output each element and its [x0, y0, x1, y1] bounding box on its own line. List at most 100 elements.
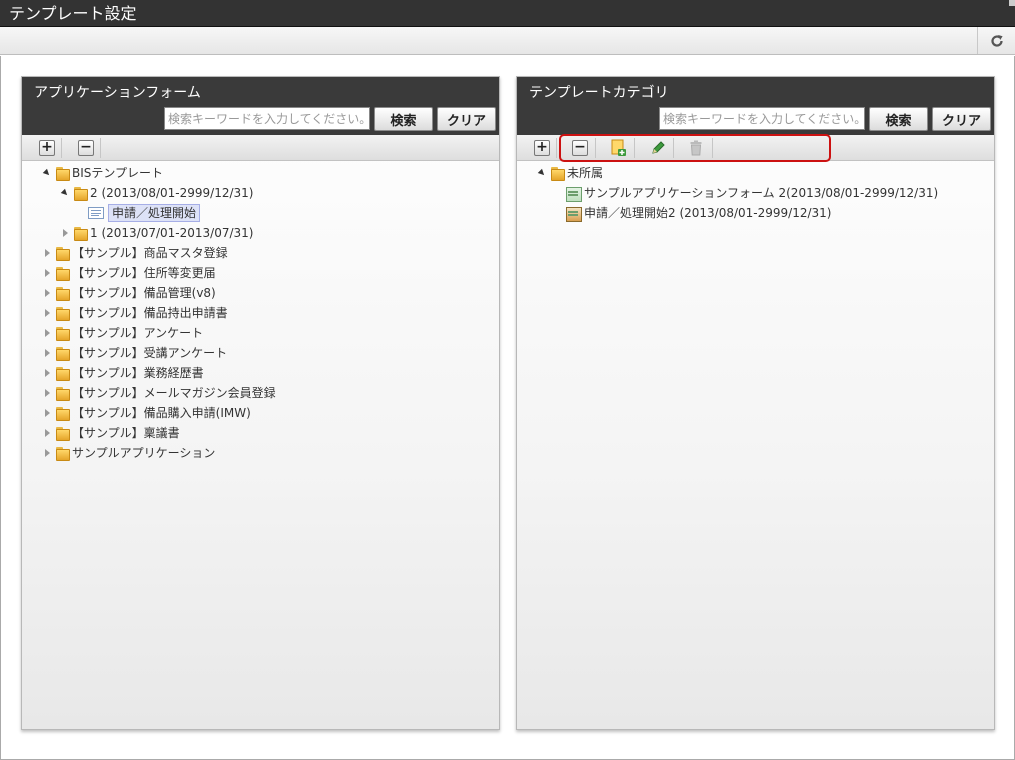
expand-toggle[interactable]: [42, 383, 52, 403]
expand-toggle[interactable]: [60, 223, 70, 243]
tree-node-form-item[interactable]: 申請／処理開始: [86, 203, 201, 223]
tree-node-folder[interactable]: 【サンプル】業務経歴書: [42, 363, 204, 383]
caret-right-icon: [44, 329, 50, 337]
tree-node-folder[interactable]: 【サンプル】備品購入申請(IMW): [42, 403, 251, 423]
folder-icon: [550, 166, 565, 181]
tree-node-label: 【サンプル】備品購入申請(IMW): [72, 406, 251, 420]
folder-icon: [73, 186, 88, 201]
caret-right-icon: [62, 229, 68, 237]
folder-icon: [55, 286, 70, 301]
caret-right-icon: [44, 369, 50, 377]
tree-node-folder[interactable]: 【サンプル】メールマガジン会員登録: [42, 383, 276, 403]
search-button[interactable]: 検索: [869, 107, 928, 131]
caret-right-icon: [44, 429, 50, 437]
tree-node-label: 【サンプル】備品管理(v8): [72, 286, 216, 300]
expand-toggle[interactable]: [537, 163, 547, 183]
toolbar-divider: [100, 138, 101, 158]
tree-node-version-1[interactable]: 1 (2013/07/01-2013/07/31): [60, 223, 253, 243]
folder-icon: [73, 226, 88, 241]
caret-down-icon: [60, 188, 70, 198]
tree-node-unassigned[interactable]: 未所属: [537, 163, 603, 183]
expand-toggle[interactable]: [42, 423, 52, 443]
tree-node-label: 【サンプル】住所等変更届: [72, 266, 216, 280]
tree-node-bis-template[interactable]: BISテンプレート: [42, 163, 163, 183]
window-titlebar: テンプレート設定: [0, 0, 1015, 27]
minus-icon: −: [78, 140, 94, 156]
collapse-all-button[interactable]: −: [74, 138, 98, 158]
expand-toggle[interactable]: [60, 183, 70, 203]
expand-all-button[interactable]: +: [35, 138, 59, 158]
tree-node-folder[interactable]: 【サンプル】稟議書: [42, 423, 180, 443]
tree-node-folder[interactable]: サンプルアプリケーション: [42, 443, 215, 463]
expand-toggle[interactable]: [42, 403, 52, 423]
template-icon: [565, 206, 582, 222]
plus-icon: +: [39, 140, 55, 156]
tree-node-label: 申請／処理開始: [108, 204, 201, 222]
tree-node-label: 未所属: [567, 166, 604, 180]
tree-node-folder[interactable]: 【サンプル】アンケート: [42, 323, 203, 343]
toolbar-divider: [556, 138, 557, 158]
tree-node-label: 【サンプル】商品マスタ登録: [72, 246, 228, 260]
caret-right-icon: [44, 449, 50, 457]
tree-node-label: 【サンプル】業務経歴書: [72, 366, 204, 380]
tree-node-label: 【サンプル】備品持出申請書: [72, 306, 228, 320]
expand-toggle[interactable]: [42, 163, 52, 183]
highlight-annotation: [559, 134, 831, 162]
folder-icon: [55, 166, 70, 181]
panel-title: アプリケーションフォーム: [34, 85, 201, 101]
caret-right-icon: [44, 309, 50, 317]
expand-toggle[interactable]: [42, 323, 52, 343]
tree-node-version-2[interactable]: 2 (2013/08/01-2999/12/31): [60, 183, 253, 203]
search-input[interactable]: [164, 107, 370, 130]
tree-node-label: 申請／処理開始2 (2013/08/01-2999/12/31): [584, 206, 832, 220]
template-icon: [565, 186, 582, 202]
folder-icon: [55, 386, 70, 401]
application-form-panel: アプリケーションフォーム 検索 クリア + − BISテンプレート 2 (201…: [21, 76, 500, 730]
expand-toggle[interactable]: [42, 283, 52, 303]
tree-node-folder[interactable]: 【サンプル】商品マスタ登録: [42, 243, 228, 263]
tree-node-label: サンプルアプリケーション: [72, 446, 216, 460]
toolbar-divider: [61, 138, 62, 158]
folder-icon: [55, 246, 70, 261]
expand-toggle[interactable]: [42, 443, 52, 463]
expand-toggle[interactable]: [42, 243, 52, 263]
clear-button[interactable]: クリア: [932, 107, 991, 131]
tree-node-label: 1 (2013/07/01-2013/07/31): [90, 226, 254, 240]
caret-right-icon: [44, 289, 50, 297]
tree-node-folder[interactable]: 【サンプル】備品管理(v8): [42, 283, 216, 303]
tree-node-template[interactable]: 申請／処理開始2 (2013/08/01-2999/12/31): [565, 203, 831, 223]
window-corner: [1009, 0, 1015, 6]
folder-icon: [55, 266, 70, 281]
tree-node-folder[interactable]: 【サンプル】住所等変更届: [42, 263, 216, 283]
tree-node-label: 【サンプル】アンケート: [72, 326, 204, 340]
top-toolbar: [0, 27, 1015, 55]
panel-header: アプリケーションフォーム 検索 クリア: [22, 77, 499, 135]
window-title: テンプレート設定: [9, 4, 137, 23]
clear-button[interactable]: クリア: [437, 107, 496, 131]
tree-node-folder[interactable]: 【サンプル】備品持出申請書: [42, 303, 228, 323]
search-input[interactable]: [659, 107, 865, 130]
caret-right-icon: [44, 269, 50, 277]
tree-node-label: 【サンプル】受講アンケート: [72, 346, 228, 360]
expand-toggle[interactable]: [42, 363, 52, 383]
caret-down-icon: [537, 168, 547, 178]
caret-right-icon: [44, 409, 50, 417]
tree-toolbar: + −: [22, 135, 499, 161]
tree-node-template[interactable]: サンプルアプリケーションフォーム 2(2013/08/01-2999/12/31…: [565, 183, 938, 203]
tree-node-folder[interactable]: 【サンプル】受講アンケート: [42, 343, 227, 363]
expand-toggle[interactable]: [42, 263, 52, 283]
caret-right-icon: [44, 349, 50, 357]
panel-title: テンプレートカテゴリ: [529, 85, 669, 101]
refresh-button[interactable]: [977, 27, 1015, 54]
refresh-icon: [990, 34, 1003, 47]
main-content: アプリケーションフォーム 検索 クリア + − BISテンプレート 2 (201…: [0, 56, 1015, 760]
search-button[interactable]: 検索: [374, 107, 433, 131]
expand-toggle[interactable]: [42, 303, 52, 323]
expand-all-button[interactable]: +: [530, 138, 554, 158]
form-icon: [88, 207, 104, 219]
expand-toggle[interactable]: [42, 343, 52, 363]
panel-header: テンプレートカテゴリ 検索 クリア: [517, 77, 994, 135]
folder-icon: [55, 306, 70, 321]
folder-icon: [55, 326, 70, 341]
folder-icon: [55, 366, 70, 381]
